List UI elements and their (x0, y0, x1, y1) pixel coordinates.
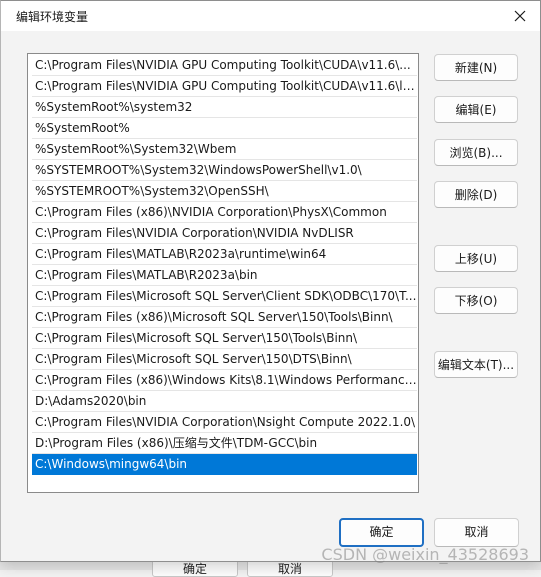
delete-button[interactable]: 删除(D) (434, 181, 518, 208)
close-icon (514, 10, 526, 22)
title-bar: 编辑环境变量 (1, 1, 540, 31)
path-list-item[interactable]: %SystemRoot%\System32\Wbem (32, 139, 417, 160)
path-list-item[interactable]: C:\Program Files\NVIDIA GPU Computing To… (32, 55, 417, 76)
path-list-item[interactable]: C:\Program Files\MATLAB\R2023a\bin (32, 265, 417, 286)
cancel-button[interactable]: 取消 (434, 518, 519, 547)
move-down-button[interactable]: 下移(O) (434, 287, 518, 314)
edit-text-button[interactable]: 编辑文本(T)... (434, 351, 518, 378)
path-list-item[interactable]: C:\Program Files\Microsoft SQL Server\Cl… (32, 286, 417, 307)
dialog-title: 编辑环境变量 (16, 10, 89, 24)
path-list-item[interactable]: C:\Program Files\Microsoft SQL Server\15… (32, 328, 417, 349)
path-list-item[interactable]: %SYSTEMROOT%\System32\OpenSSH\ (32, 181, 417, 202)
path-list-item[interactable]: C:\Program Files\Microsoft SQL Server\15… (32, 349, 417, 370)
path-list-item[interactable]: C:\Program Files (x86)\Windows Kits\8.1\… (32, 370, 417, 391)
browse-button[interactable]: 浏览(B)... (434, 139, 518, 166)
path-list-item[interactable]: %SystemRoot% (32, 118, 417, 139)
path-list-item[interactable]: D:\Adams2020\bin (32, 391, 417, 412)
path-list-item[interactable]: C:\Windows\mingw64\bin (32, 454, 417, 475)
path-list-item[interactable]: C:\Program Files\NVIDIA Corporation\NVID… (32, 223, 417, 244)
ok-button[interactable]: 确定 (339, 518, 424, 547)
path-list-item[interactable]: C:\Program Files (x86)\Microsoft SQL Ser… (32, 307, 417, 328)
path-list-item[interactable]: C:\Program Files\MATLAB\R2023a\runtime\w… (32, 244, 417, 265)
path-list-item[interactable]: %SYSTEMROOT%\System32\WindowsPowerShell\… (32, 160, 417, 181)
path-list-item[interactable]: C:\Program Files\NVIDIA GPU Computing To… (32, 76, 417, 97)
path-list-item[interactable]: C:\Program Files\NVIDIA Corporation\Nsig… (32, 412, 417, 433)
path-list-item[interactable]: %SystemRoot%\system32 (32, 97, 417, 118)
edit-button[interactable]: 编辑(E) (434, 96, 518, 123)
path-list[interactable]: C:\Program Files\NVIDIA GPU Computing To… (27, 53, 419, 493)
path-list-item[interactable]: C:\Program Files (x86)\NVIDIA Corporatio… (32, 202, 417, 223)
edit-environment-variable-dialog: 编辑环境变量 C:\Program Files\NVIDIA GPU Compu… (0, 0, 541, 562)
move-up-button[interactable]: 上移(U) (434, 245, 518, 272)
new-button[interactable]: 新建(N) (434, 54, 518, 81)
close-button[interactable] (500, 1, 540, 31)
path-list-item[interactable]: D:\Program Files (x86)\压缩与文件\TDM-GCC\bin (32, 433, 417, 454)
